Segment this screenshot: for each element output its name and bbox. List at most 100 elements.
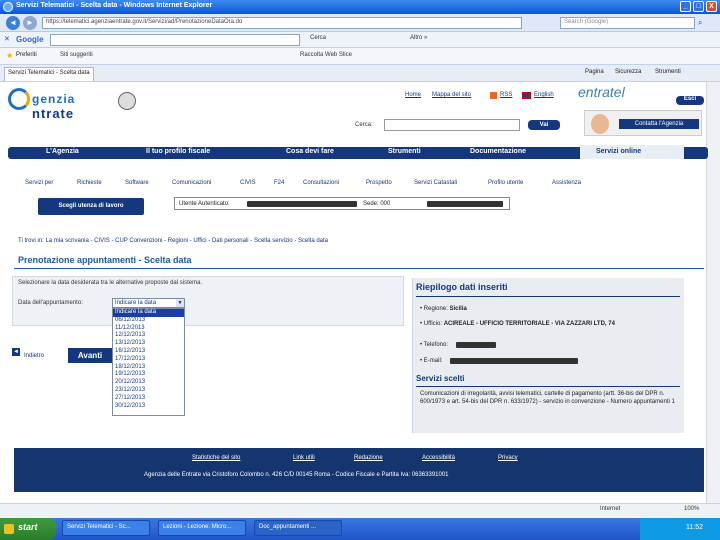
- logo-bottom: ntrate: [32, 106, 75, 121]
- browser-search-input[interactable]: Search (Google): [560, 17, 695, 29]
- date-option[interactable]: 19/12/2013: [113, 371, 184, 379]
- rss-link[interactable]: RSS: [500, 92, 512, 98]
- submenu-richieste[interactable]: Richieste: [77, 180, 102, 186]
- rss-icon: [490, 92, 497, 99]
- system-tray: 11:52: [640, 518, 720, 540]
- footer-link[interactable]: Statistiche del sito: [192, 455, 240, 461]
- submenu-servizi-per[interactable]: Servizi per: [25, 180, 53, 186]
- zone-label: Internet: [600, 506, 621, 512]
- riepilogo-title: Riepilogo dati inseriti: [416, 282, 508, 292]
- forward-icon[interactable]: ►: [23, 16, 37, 30]
- date-option[interactable]: 18/12/2013: [113, 364, 184, 372]
- footer-link[interactable]: Accessibilità: [422, 455, 455, 461]
- more-button[interactable]: Altro »: [410, 35, 427, 41]
- date-option[interactable]: 27/12/2013: [113, 395, 184, 403]
- date-select[interactable]: Indicare la data: [112, 298, 185, 308]
- footer-link[interactable]: Privacy: [498, 455, 518, 461]
- close-toolbar-icon[interactable]: ✕: [4, 35, 10, 43]
- menu-agenzia[interactable]: L'Agenzia: [46, 148, 79, 155]
- breadcrumb: Ti trovi in: La mia scrivania - CIVIS - …: [18, 238, 328, 244]
- data-label: Data dell'appuntamento:: [18, 300, 83, 306]
- avanti-button[interactable]: Avanti: [68, 348, 112, 363]
- regione-row: • Regione: Sicilia: [420, 306, 467, 312]
- google-search-button[interactable]: Cerca: [310, 35, 326, 41]
- ufficio-label: Ufficio:: [423, 321, 443, 327]
- vertical-scrollbar[interactable]: [706, 82, 720, 518]
- menu-strumenti[interactable]: Strumenti: [388, 148, 421, 155]
- menu-cosa-devi-fare[interactable]: Cosa devi fare: [286, 148, 334, 155]
- chevron-down-icon[interactable]: ▼: [176, 299, 184, 307]
- submenu-software[interactable]: Software: [125, 180, 149, 186]
- date-option[interactable]: 12/12/2013: [113, 332, 184, 340]
- footer-link[interactable]: Redazione: [354, 455, 383, 461]
- date-option[interactable]: 30/12/2013: [113, 403, 184, 411]
- date-option[interactable]: 16/12/2013: [113, 348, 184, 356]
- browser-tab[interactable]: Servizi Telematici - Scelta data: [4, 67, 94, 81]
- fav-link[interactable]: Siti suggeriti: [60, 52, 93, 58]
- url-input[interactable]: https://telematici.agenziaentrate.gov.it…: [42, 17, 522, 29]
- english-link[interactable]: English: [534, 92, 554, 98]
- security-menu[interactable]: Sicurezza: [615, 69, 641, 75]
- page-menu[interactable]: Pagina: [585, 69, 604, 75]
- star-icon[interactable]: ★: [6, 51, 13, 60]
- sitemap-link[interactable]: Mappa del sito: [432, 92, 471, 98]
- date-option[interactable]: 23/12/2013: [113, 387, 184, 395]
- contatta-banner[interactable]: Contatta l'Agenzia: [584, 110, 702, 136]
- taskbar-item[interactable]: Servizi Telematici - Sc...: [62, 520, 150, 536]
- date-option[interactable]: 13/12/2013: [113, 340, 184, 348]
- submenu-consultazioni[interactable]: Consultazioni: [303, 180, 339, 186]
- google-search-input[interactable]: [50, 34, 300, 46]
- menu-documentazione[interactable]: Documentazione: [470, 148, 526, 155]
- scegli-utenza-button[interactable]: Scegli utenza di lavoro: [38, 198, 144, 215]
- footer-address: Agenzia delle Entrate via Cristoforo Col…: [144, 472, 449, 478]
- submenu-servizi-catastali[interactable]: Servizi Catastali: [414, 180, 457, 186]
- taskbar-item[interactable]: Lezioni - Lezione: Micro...: [158, 520, 246, 536]
- submenu-assistenza[interactable]: Assistenza: [552, 180, 581, 186]
- submenu-prospetto[interactable]: Prospetto: [366, 180, 392, 186]
- date-option[interactable]: Indicare la data: [113, 309, 184, 317]
- indietro-link[interactable]: Indietro: [24, 353, 44, 359]
- date-dropdown-list[interactable]: Indicare la data 06/12/2013 11/12/2013 1…: [112, 308, 185, 416]
- date-option[interactable]: 11/12/2013: [113, 325, 184, 333]
- date-option[interactable]: 06/12/2013: [113, 317, 184, 325]
- home-link[interactable]: Home: [405, 92, 421, 98]
- utente-box: Utente Autenticato: Sede: 000: [174, 197, 510, 210]
- footer-link[interactable]: Link utili: [293, 455, 315, 461]
- search-icon[interactable]: ⌕: [698, 18, 710, 28]
- submenu-comunicazioni[interactable]: Comunicazioni: [172, 180, 211, 186]
- regione-value: Sicilia: [449, 306, 467, 312]
- vai-button[interactable]: Vai: [528, 120, 560, 130]
- date-option[interactable]: 20/12/2013: [113, 379, 184, 387]
- uk-flag-icon: [522, 92, 531, 99]
- back-arrow-icon[interactable]: ◄: [12, 348, 20, 356]
- entratel-logo[interactable]: entratel: [578, 84, 625, 100]
- ufficio-row: • Ufficio: ACIREALE - UFFICIO TERRITORIA…: [420, 321, 615, 327]
- submenu-profilo-utente[interactable]: Profilo utente: [488, 180, 523, 186]
- agenzia-logo-icon: [8, 88, 30, 110]
- taskbar-item[interactable]: Doc_appuntamenti ...: [254, 520, 342, 536]
- servizi-divider: [416, 386, 680, 387]
- servizi-text: Comunicazioni di irregolarità, avvisi te…: [420, 391, 675, 405]
- esci-button[interactable]: Esci: [676, 96, 704, 105]
- menu-profilo[interactable]: Il tuo profilo fiscale: [146, 148, 210, 155]
- submenu-f24[interactable]: F24: [274, 180, 284, 186]
- tools-menu[interactable]: Strumenti: [655, 69, 681, 75]
- tab-bar: [0, 65, 720, 82]
- menu-servizi-online[interactable]: Servizi online: [596, 148, 641, 155]
- date-option[interactable]: 17/12/2013: [113, 356, 184, 364]
- maximize-button[interactable]: □: [693, 1, 704, 12]
- submenu-civis[interactable]: CIVIS: [240, 180, 256, 186]
- minimize-button[interactable]: _: [680, 1, 691, 12]
- window-title: Servizi Telematici - Scelta data - Windo…: [16, 2, 213, 9]
- zoom-level[interactable]: 100%: [684, 506, 699, 512]
- utente-label: Utente Autenticato:: [179, 201, 230, 207]
- site-search-input[interactable]: [384, 119, 520, 131]
- close-button[interactable]: X: [706, 1, 717, 12]
- redacted-telefono: [456, 342, 496, 348]
- logo-top: genzia: [32, 92, 76, 106]
- page-title: Prenotazione appuntamenti - Scelta data: [18, 255, 192, 265]
- back-icon[interactable]: ◄: [6, 16, 20, 30]
- fav-link[interactable]: Raccolta Web Slice: [300, 52, 352, 58]
- favorites-label[interactable]: Preferiti: [16, 52, 37, 58]
- sede-label: Sede: 000: [363, 201, 391, 207]
